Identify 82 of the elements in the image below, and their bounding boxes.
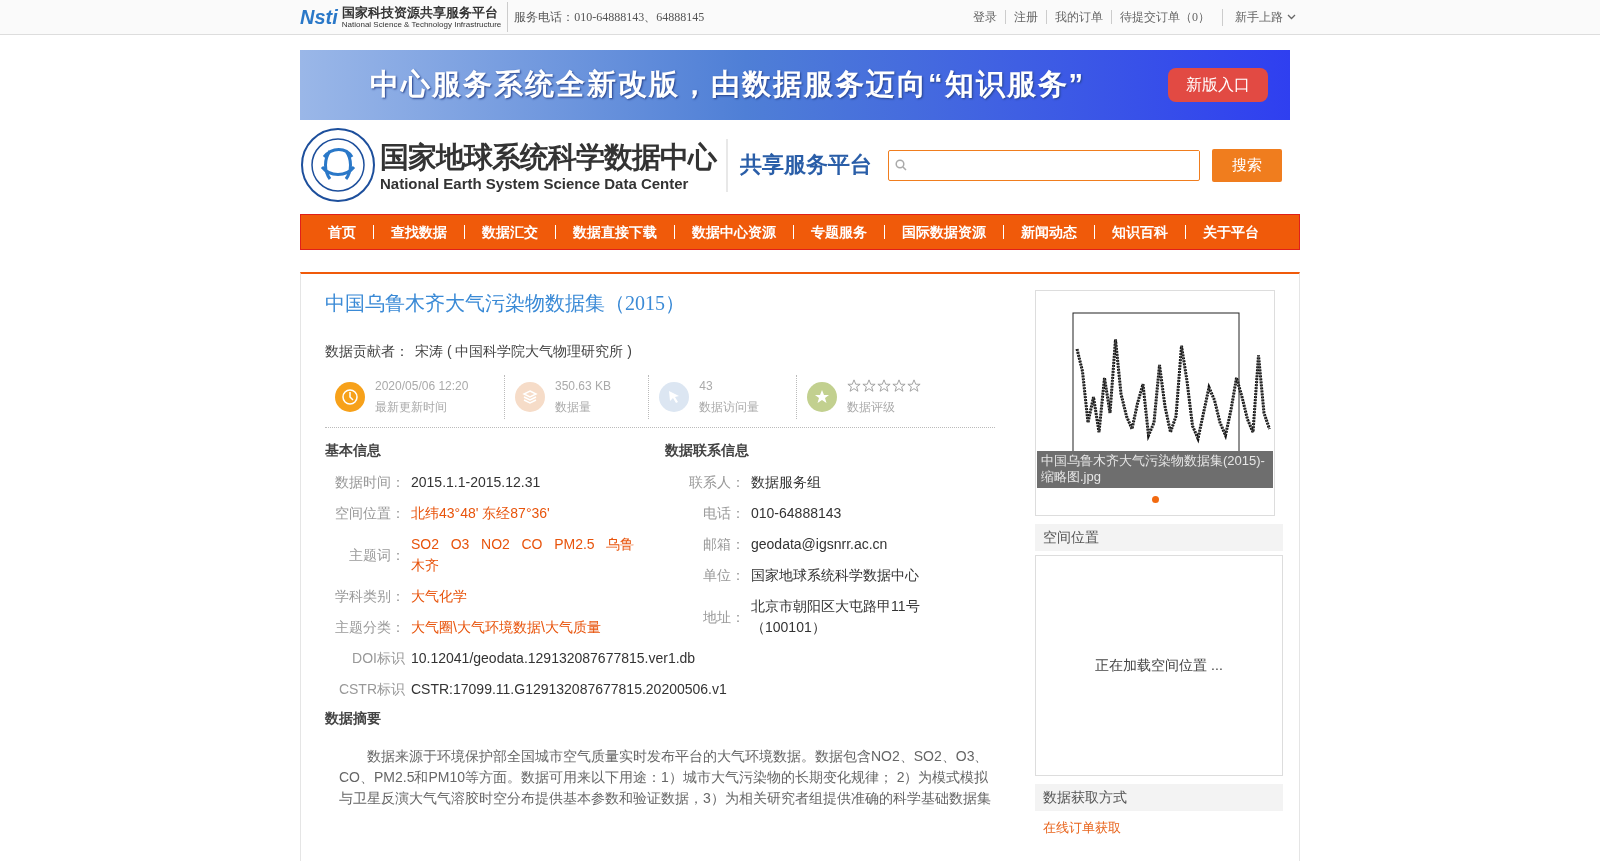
layers-icon [521,389,538,405]
nav-item[interactable]: 数据中心资源 [674,225,793,239]
globe-emblem-icon [300,127,376,203]
field-value: geodata@igsnrr.ac.cn [751,535,889,554]
abstract-text: 数据来源于环境保护部全国城市空气质量实时发布平台的大气环境数据。数据包含NO2、SO2、O3、CO、PM2.5和PM10等方面。数据可用来以下用途：1）城市大气污染物的长期变化规律； 2）为模式模拟与卫星反演大气气溶胶时空分布提供基本参数和验证数据，3）为相关研究者组提供准确的科学基础数据集 [338,747,992,808]
stat-label: 数据访问量 [699,398,760,416]
field-label: 地址： [702,607,746,627]
center-subtitle: National Earth System Science Data Center [380,174,690,192]
top-link[interactable]: 待提交订单（0） [1111,10,1218,24]
top-link[interactable]: 我的订单 [1046,10,1111,24]
field-value[interactable]: 大气化学 [411,586,643,607]
star-icon [847,378,862,393]
field-label: 空间位置： [334,504,406,523]
carousel-dot[interactable] [1151,496,1159,503]
field-label: 主题分类： [334,618,406,637]
sidebar-heading: 数据获取方式 [1035,784,1283,811]
contributor-label: 数据贡献者： [325,343,409,361]
field-label: 邮箱： [702,535,746,554]
field-label: 主题词： [348,545,406,565]
field-label: 数据时间： [334,473,406,492]
logo-mark: Nsti [300,5,338,29]
identifier-value: 10.12041/geodata.129132087677815.ver1.db [411,649,697,668]
top-link[interactable]: 登录 [965,10,1005,24]
nav-item[interactable]: 知识百科 [1094,225,1185,239]
dataset-title: 中国乌鲁木齐大气污染物数据集（2015） [325,291,686,316]
platform-title: 共享服务平台 [740,151,872,179]
nav-item[interactable]: 关于平台 [1185,225,1276,239]
nav-item[interactable]: 专题服务 [793,225,884,239]
search-button[interactable]: 搜索 [1212,148,1282,182]
stat-value: 350.63 KB [554,378,611,393]
field-value: 2015.1.1-2015.12.31 [411,473,542,492]
field-value[interactable]: 北纬43°48' 东经87°36' [411,503,643,524]
sidebar-heading: 空间位置 [1035,524,1283,551]
field-label: 联系人： [688,473,746,492]
star-icon [892,378,907,393]
stat-value: 2020/05/06 12:20 [375,378,469,393]
search-icon [895,159,907,171]
section-heading: 数据联系信息 [665,442,750,460]
stat-label: 最新更新时间 [375,398,448,416]
field-value: 010-64888143 [751,504,843,523]
field-label: 学科类别： [334,587,406,606]
identifier-label: DOI标识 [351,649,406,668]
star-icon [814,389,831,405]
banner-text: 中心服务系统全新改版，由数据服务迈向“知识服务” [370,67,1085,102]
field-value: 国家地球系统科学数据中心 [751,566,920,585]
section-heading: 基本信息 [325,442,382,460]
field-value[interactable]: 大气圈\大气环境数据\大气质量 [411,617,643,638]
nav-item[interactable]: 首页 [311,225,373,239]
nav-item[interactable]: 新闻动态 [1003,225,1094,239]
identifier-value: CSTR:17099.11.G129132087677815.20200506.v1 [411,680,728,699]
search-field[interactable] [888,149,1200,181]
stat-label: 数据评级 [847,398,897,416]
field-value: 北京市朝阳区大屯路甲11号（100101） [751,597,921,637]
stat-value: 43 [699,378,714,393]
identifier-label: CSTR标识 [337,680,406,699]
logo-title: 国家科技资源共享服务平台 [341,4,499,20]
field-label: 电话： [702,504,746,523]
guide-menu[interactable]: 新手上路 [1222,8,1300,26]
field-label: 单位： [702,566,746,585]
star-icon [907,378,922,393]
contributor-name: 宋涛 ( 中国科学院大气物理研究所 ) [415,343,632,361]
service-phone: 服务电话：010-64888143、64888145 [514,8,705,26]
chevron-icon [1287,14,1296,20]
nav-item[interactable]: 国际数据资源 [884,225,1003,239]
new-version-button[interactable]: 新版入口 [1168,68,1268,102]
nav-item[interactable]: 数据直接下载 [555,225,674,239]
thumbnail-caption: 中国乌鲁木齐大气污染物数据集(2015)-缩略图.jpg [1041,453,1265,484]
order-link[interactable]: 在线订单获取 [1035,819,1283,837]
clock-icon [341,388,359,406]
star-rating[interactable] [847,378,922,393]
nav-item[interactable]: 查找数据 [373,225,464,239]
center-title: 国家地球系统科学数据中心 [380,139,716,175]
section-heading: 数据摘要 [325,710,382,728]
loading-text: 正在加载空间位置 ... [1095,656,1223,675]
field-value[interactable]: SO2 O3 NO2 CO PM2.5 乌鲁木齐 [411,534,643,576]
logo-subtitle: National Science & Technology Infrastructure [341,19,502,30]
top-link[interactable]: 注册 [1005,10,1046,24]
nav-item[interactable]: 数据汇交 [464,225,555,239]
stat-label: 数据量 [554,398,592,416]
star-icon [877,378,892,393]
star-icon [862,378,877,393]
field-value: 数据服务组 [751,473,822,492]
